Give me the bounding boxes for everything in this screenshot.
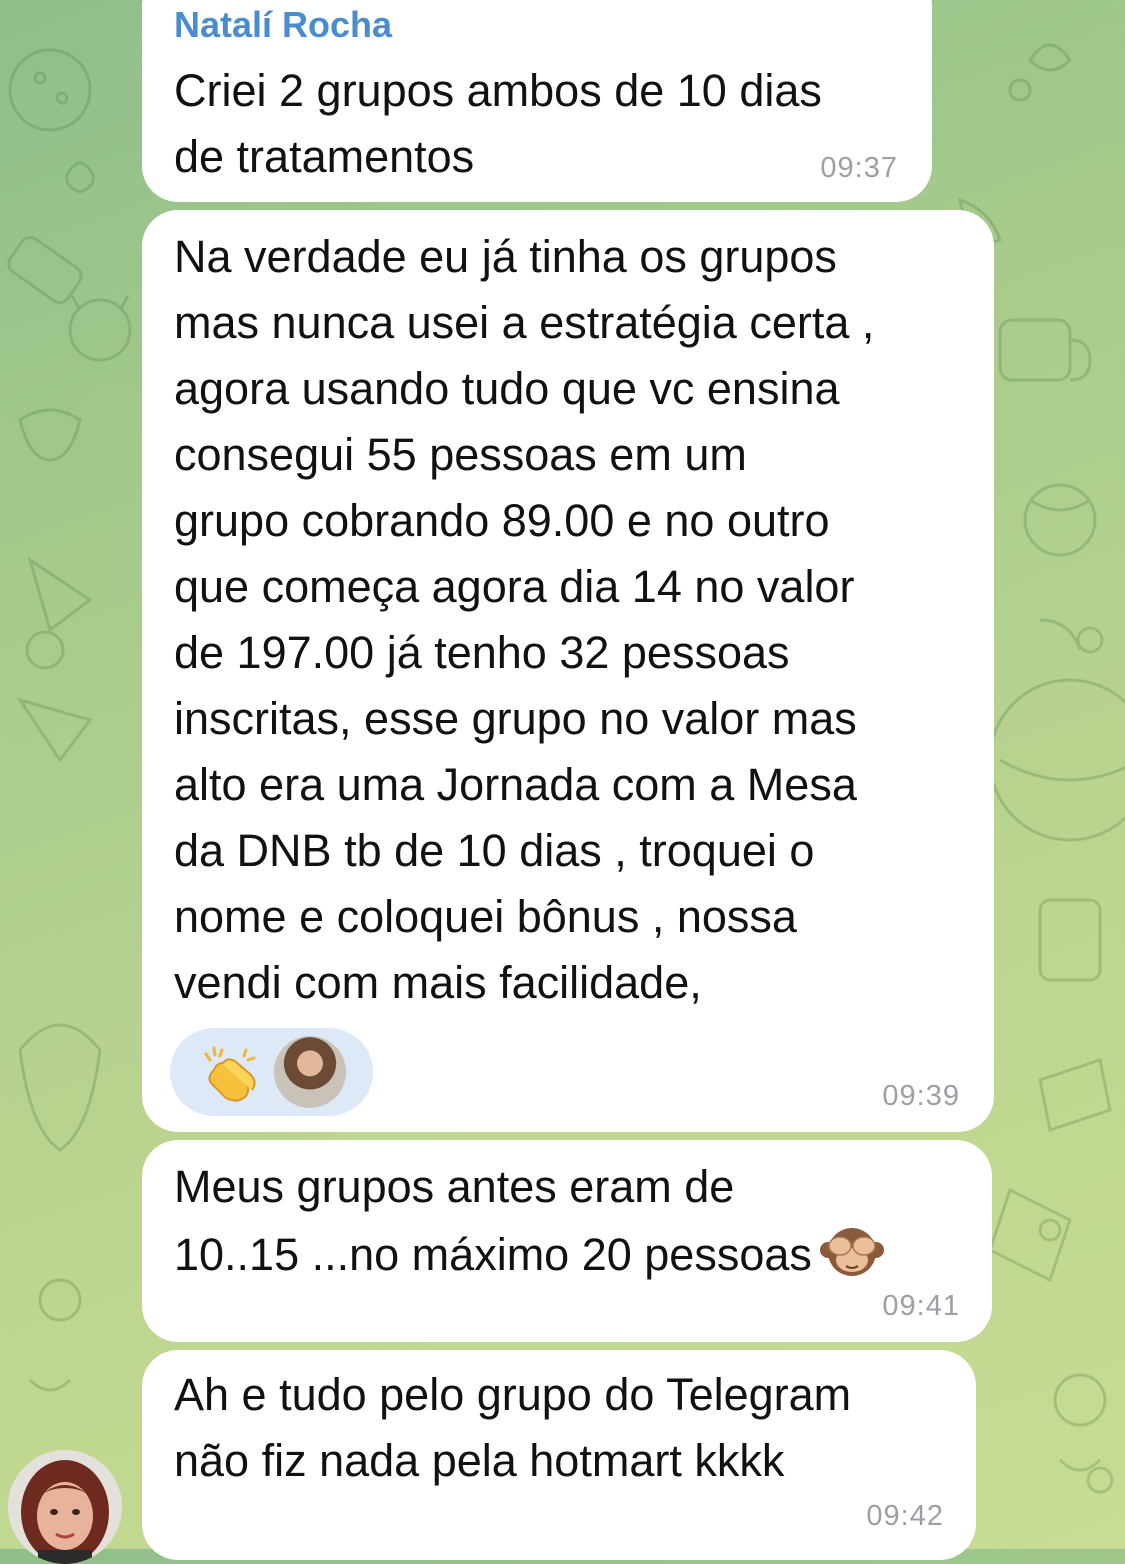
message-bubble-4[interactable]: Ah e tudo pelo grupo do Telegram não fiz… (142, 1350, 976, 1560)
see-no-evil-monkey-icon (819, 1228, 884, 1276)
clapping-hands-icon (204, 1046, 256, 1102)
reaction-chip[interactable] (170, 1028, 373, 1116)
message-bubble-1[interactable]: Natalí Rocha Criei 2 grupos ambos de 10 … (142, 0, 932, 202)
message-time: 09:39 (882, 1080, 960, 1112)
message-time: 09:37 (820, 152, 898, 184)
avatar-photo (8, 1450, 122, 1564)
message-text: Na verdade eu já tinha os grupos mas nun… (174, 231, 875, 1008)
message-text: Ah e tudo pelo grupo do Telegram não fiz… (174, 1369, 852, 1486)
message-bubble-3[interactable]: Meus grupos antes eram de 10..15 ...no m… (142, 1140, 992, 1342)
message-text-content: Meus grupos antes eram de 10..15 ...no m… (174, 1161, 812, 1280)
message-text: Criei 2 grupos ambos de 10 dias de trata… (174, 65, 822, 182)
message-text: Meus grupos antes eram de 10..15 ...no m… (174, 1154, 884, 1288)
message-bubble-2[interactable]: Na verdade eu já tinha os grupos mas nun… (142, 210, 994, 1132)
message-time: 09:41 (882, 1290, 960, 1322)
reactor-avatar[interactable] (274, 1036, 346, 1108)
message-time: 09:42 (866, 1500, 944, 1532)
sender-avatar[interactable] (8, 1450, 122, 1564)
sender-name[interactable]: Natalí Rocha (174, 4, 392, 46)
